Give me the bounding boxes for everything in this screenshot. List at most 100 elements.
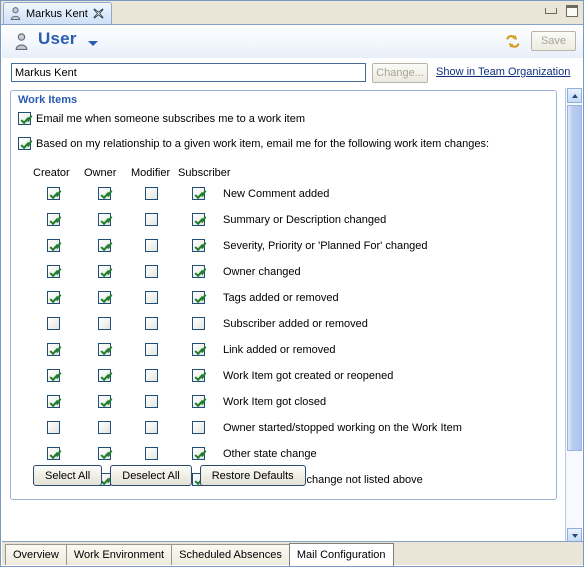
checkbox-subscriber-row-5[interactable]	[192, 317, 205, 330]
checkbox-creator-row-5[interactable]	[47, 317, 60, 330]
checkbox-creator-row-10[interactable]	[47, 447, 60, 460]
column-header-subscriber: Subscriber	[178, 167, 231, 179]
checkbox-owner-row-10[interactable]	[98, 447, 111, 460]
vertical-scrollbar[interactable]	[565, 88, 582, 543]
user-name-input[interactable]	[11, 63, 366, 82]
row-label: Work Item got created or reopened	[223, 370, 394, 382]
column-header-creator: Creator	[33, 167, 70, 179]
checkbox-subscriber-row-8[interactable]	[192, 395, 205, 408]
checkbox-modifier-row-0[interactable]	[145, 187, 158, 200]
table-row: Tags added or removed	[11, 291, 556, 317]
checkbox-creator-row-9[interactable]	[47, 421, 60, 434]
row-label: Owner started/stopped working on the Wor…	[223, 422, 462, 434]
checkbox-creator-row-3[interactable]	[47, 265, 60, 278]
checkbox-creator-row-8[interactable]	[47, 395, 60, 408]
show-in-team-organization-link[interactable]: Show in Team Organization	[436, 66, 570, 78]
option-subscribe-label: Email me when someone subscribes me to a…	[36, 112, 305, 125]
checkbox-subscriber-row-10[interactable]	[192, 447, 205, 460]
checkbox-owner-row-6[interactable]	[98, 343, 111, 356]
restore-defaults-button[interactable]: Restore Defaults	[199, 465, 306, 486]
user-editor-window: Markus Kent User Save Markus Kent Change…	[0, 0, 584, 567]
table-row: Work Item got closed	[11, 395, 556, 421]
editor-page-tabs: Overview Work Environment Scheduled Absenc…	[2, 541, 583, 566]
row-label: Tags added or removed	[223, 292, 339, 304]
option-relationship-checkbox[interactable]	[18, 137, 31, 150]
editor-tab-strip: Markus Kent	[1, 1, 583, 25]
checkbox-owner-row-4[interactable]	[98, 291, 111, 304]
user-icon	[15, 33, 28, 50]
panel-button-row: Select All Deselect All Restore Defaults	[33, 465, 306, 486]
sync-icon[interactable]	[504, 33, 522, 50]
checkbox-subscriber-row-9[interactable]	[192, 421, 205, 434]
checkbox-subscriber-row-1[interactable]	[192, 213, 205, 226]
tab-mail-configuration[interactable]: Mail Configuration	[288, 543, 394, 566]
checkbox-owner-row-3[interactable]	[98, 265, 111, 278]
row-label: Link added or removed	[223, 344, 336, 356]
scrollbar-thumb[interactable]	[567, 105, 582, 451]
checkbox-subscriber-row-3[interactable]	[192, 265, 205, 278]
table-row: Summary or Description changed	[11, 213, 556, 239]
scroll-up-arrow-icon[interactable]	[567, 88, 582, 103]
checkbox-modifier-row-2[interactable]	[145, 239, 158, 252]
checkbox-owner-row-2[interactable]	[98, 239, 111, 252]
checkbox-owner-row-7[interactable]	[98, 369, 111, 382]
checkbox-subscriber-row-0[interactable]	[192, 187, 205, 200]
page-title: User	[38, 29, 77, 48]
deselect-all-button[interactable]: Deselect All	[110, 465, 192, 486]
checkbox-owner-row-0[interactable]	[98, 187, 111, 200]
checkbox-modifier-row-5[interactable]	[145, 317, 158, 330]
tab-scheduled-absences[interactable]: Scheduled Absences	[171, 544, 290, 565]
table-row: Owner started/stopped working on the Wor…	[11, 421, 556, 447]
checkbox-creator-row-0[interactable]	[47, 187, 60, 200]
checkbox-owner-row-9[interactable]	[98, 421, 111, 434]
work-items-panel: Work Items Email me when someone subscri…	[10, 90, 557, 500]
tab-work-environment[interactable]: Work Environment	[65, 544, 173, 565]
option-relationship-row[interactable]: Based on my relationship to a given work…	[18, 137, 489, 150]
checkbox-subscriber-row-4[interactable]	[192, 291, 205, 304]
table-row: Work Item got created or reopened	[11, 369, 556, 395]
chevron-down-icon[interactable]	[88, 41, 98, 46]
table-row: Link added or removed	[11, 343, 556, 369]
editor-tab-markus-kent[interactable]: Markus Kent	[3, 2, 112, 24]
tab-overview[interactable]: Overview	[5, 544, 67, 565]
editor-tab-label: Markus Kent	[26, 7, 88, 20]
checkbox-modifier-row-3[interactable]	[145, 265, 158, 278]
save-button[interactable]: Save	[531, 31, 576, 51]
checkbox-subscriber-row-7[interactable]	[192, 369, 205, 382]
change-button[interactable]: Change...	[372, 63, 428, 83]
checkbox-owner-row-8[interactable]	[98, 395, 111, 408]
checkbox-creator-row-1[interactable]	[47, 213, 60, 226]
checkbox-owner-row-1[interactable]	[98, 213, 111, 226]
checkbox-creator-row-6[interactable]	[47, 343, 60, 356]
checkbox-creator-row-4[interactable]	[47, 291, 60, 304]
table-row: New Comment added	[11, 187, 556, 213]
row-label: Owner changed	[223, 266, 301, 278]
checkbox-modifier-row-4[interactable]	[145, 291, 158, 304]
checkbox-modifier-row-8[interactable]	[145, 395, 158, 408]
checkbox-owner-row-5[interactable]	[98, 317, 111, 330]
row-label: Summary or Description changed	[223, 214, 387, 226]
checkbox-creator-row-7[interactable]	[47, 369, 60, 382]
option-subscribe-row[interactable]: Email me when someone subscribes me to a…	[18, 112, 305, 125]
checkbox-modifier-row-9[interactable]	[145, 421, 158, 434]
checkbox-modifier-row-10[interactable]	[145, 447, 158, 460]
checkbox-creator-row-2[interactable]	[47, 239, 60, 252]
maximize-icon[interactable]	[565, 5, 579, 18]
row-label: New Comment added	[223, 188, 330, 200]
row-label: Other state change	[223, 448, 317, 460]
close-icon[interactable]	[93, 8, 104, 19]
row-label: Severity, Priority or 'Planned For' chan…	[223, 240, 428, 252]
checkbox-modifier-row-7[interactable]	[145, 369, 158, 382]
select-all-button[interactable]: Select All	[33, 465, 103, 486]
scrollbar-track[interactable]	[567, 451, 582, 527]
person-icon	[10, 7, 21, 20]
option-subscribe-checkbox[interactable]	[18, 112, 31, 125]
checkbox-subscriber-row-2[interactable]	[192, 239, 205, 252]
checkbox-modifier-row-1[interactable]	[145, 213, 158, 226]
row-label: Work Item got closed	[223, 396, 327, 408]
table-row: Severity, Priority or 'Planned For' chan…	[11, 239, 556, 265]
checkbox-modifier-row-6[interactable]	[145, 343, 158, 356]
minimize-icon[interactable]	[544, 5, 558, 18]
table-row: Owner changed	[11, 265, 556, 291]
checkbox-subscriber-row-6[interactable]	[192, 343, 205, 356]
